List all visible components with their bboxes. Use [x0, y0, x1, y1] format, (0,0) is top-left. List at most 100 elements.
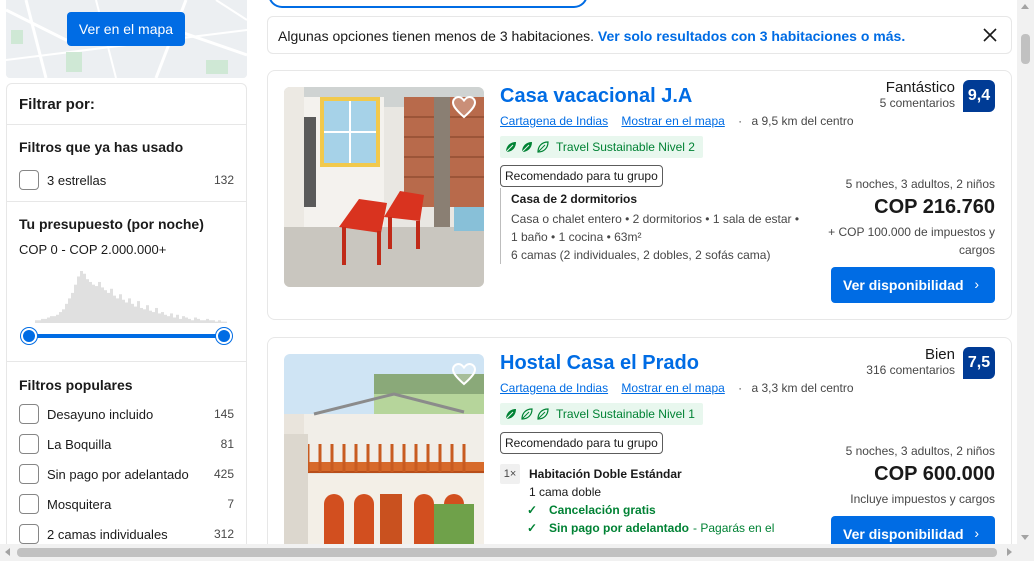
map-thumbnail[interactable]: Ver en el mapa: [6, 0, 247, 78]
filter-option[interactable]: Sin pago por adelantado 425: [19, 459, 234, 489]
filter-option[interactable]: Mosquitera 7: [19, 489, 234, 519]
filter-option[interactable]: 3 estrellas 132: [19, 165, 234, 195]
checkbox[interactable]: [19, 404, 39, 424]
histogram-bar: [146, 305, 149, 323]
see-availability-button[interactable]: Ver disponibilidad ›: [831, 267, 995, 303]
filter-count: 312: [213, 527, 234, 541]
filter-count: 7: [227, 497, 234, 511]
slider-min-handle[interactable]: [21, 328, 37, 344]
scrollbar-thumb[interactable]: [17, 548, 997, 557]
sustainability-badge[interactable]: Travel Sustainable Nivel 1: [500, 403, 703, 425]
review-count: 316 comentarios: [866, 363, 955, 377]
price-histogram: [35, 263, 227, 323]
city-link[interactable]: Cartagena de Indias: [500, 114, 608, 128]
show-on-map-link[interactable]: Mostrar en el mapa: [621, 114, 724, 128]
slider-max-handle[interactable]: [216, 328, 232, 344]
filter-count: 425: [213, 467, 234, 481]
leaf-icons: [504, 140, 552, 154]
filter-label: 3 estrellas: [47, 172, 107, 188]
recommended-badge: Recomendado para tu grupo: [500, 165, 663, 187]
histogram-bar: [110, 288, 113, 323]
property-name-link[interactable]: Casa vacacional J.A: [500, 85, 692, 108]
histogram-bar: [89, 281, 92, 323]
property-name-link[interactable]: Hostal Casa el Prado: [500, 352, 699, 375]
review-score[interactable]: Fantástico 5 comentarios 9,4: [880, 79, 995, 112]
histogram-bar: [68, 298, 71, 323]
leaf-icon: [521, 408, 533, 420]
scrollbar-thumb[interactable]: [1021, 34, 1030, 64]
histogram-bar: [107, 292, 110, 323]
histogram-bar: [149, 310, 152, 323]
checkbox[interactable]: [19, 494, 39, 514]
separator-dot: ·: [738, 381, 743, 395]
price-block: 5 noches, 3 adultos, 2 niños COP 216.760…: [825, 177, 995, 259]
scroll-left-arrow-icon[interactable]: [5, 548, 10, 556]
search-box-edge[interactable]: [268, 0, 588, 8]
sustainability-label: Travel Sustainable Nivel 2: [556, 140, 695, 154]
view-on-map-button[interactable]: Ver en el mapa: [67, 12, 185, 46]
recommended-badge: Recomendado para tu grupo: [500, 432, 663, 454]
scroll-right-arrow-icon[interactable]: [1007, 548, 1012, 556]
scroll-down-arrow-icon[interactable]: [1021, 535, 1029, 540]
search-results-page: Ver en el mapa Filtrar por: Filtros que …: [0, 0, 1034, 561]
unit-details: Casa de 2 dormitorios Casa o chalet ente…: [500, 188, 799, 264]
filter-label: Desayuno incluido: [47, 406, 154, 422]
leaf-icon: [537, 141, 549, 153]
room-bed-info: 1 cama doble: [529, 485, 602, 499]
show-on-map-link[interactable]: Mostrar en el mapa: [621, 381, 724, 395]
heart-icon[interactable]: [450, 93, 478, 121]
close-icon[interactable]: [981, 26, 999, 44]
score-badge: 7,5: [963, 347, 995, 379]
sustainability-badge[interactable]: Travel Sustainable Nivel 2: [500, 136, 703, 158]
rooms-filter-link[interactable]: Ver solo resultados con 3 habitaciones o…: [598, 28, 905, 44]
rating-word: Bien: [924, 346, 955, 363]
unit-desc-line: 6 camas (2 individuales, 2 dobles, 2 sof…: [511, 248, 771, 262]
histogram-bar: [113, 295, 116, 323]
budget-heading: Tu presupuesto (por noche): [19, 216, 204, 232]
histogram-bar: [125, 302, 128, 323]
filter-option[interactable]: La Boquilla 81: [19, 429, 234, 459]
horizontal-scrollbar[interactable]: [0, 544, 1034, 561]
histogram-bar: [161, 312, 164, 323]
checkmark-icon: ✓: [527, 521, 538, 535]
histogram-bar: [170, 313, 173, 323]
checkbox[interactable]: [19, 464, 39, 484]
leaf-icons: [504, 407, 552, 421]
review-score[interactable]: Bien 316 comentarios 7,5: [866, 346, 995, 379]
checkbox[interactable]: [19, 170, 39, 190]
no-prepayment-perk: ✓ Sin pago por adelantado - Pagarás en e…: [527, 519, 774, 537]
histogram-bar: [131, 303, 134, 323]
unit-title: Casa de 2 dormitorios: [511, 192, 638, 206]
vertical-scrollbar[interactable]: [1017, 0, 1034, 544]
checkbox[interactable]: [19, 434, 39, 454]
histogram-bar: [122, 299, 125, 323]
scroll-up-arrow-icon[interactable]: [1021, 4, 1029, 9]
budget-slider[interactable]: [19, 323, 234, 349]
histogram-bar: [140, 307, 143, 323]
histogram-bars: [35, 271, 227, 323]
histogram-bar: [83, 273, 86, 323]
histogram-bar: [74, 284, 77, 323]
popular-filters-section: Filtros populares Desayuno incluido 145 …: [7, 377, 246, 549]
filter-label: 2 camas individuales: [47, 526, 168, 542]
property-photo[interactable]: [284, 354, 484, 554]
distance-text: a 3,3 km del centro: [751, 381, 854, 395]
checkbox[interactable]: [19, 524, 39, 544]
price-amount: COP 600.000: [874, 463, 995, 485]
stay-details: 5 noches, 3 adultos, 2 niños: [845, 444, 995, 458]
unit-desc-line: 1 baño • 1 cocina • 63m²: [511, 230, 642, 244]
property-photo[interactable]: [284, 87, 484, 287]
slider-track: [29, 334, 224, 338]
histogram-bar: [95, 286, 98, 323]
histogram-bar: [71, 292, 74, 323]
property-card: Casa vacacional J.A Cartagena de Indias …: [267, 70, 1012, 320]
histogram-bar: [98, 281, 101, 323]
histogram-bar: [143, 309, 146, 323]
room-quantity: 1×: [500, 464, 520, 484]
filter-option[interactable]: Desayuno incluido 145: [19, 399, 234, 429]
perk-label: Cancelación gratis: [549, 503, 656, 517]
location-line: Cartagena de Indias Mostrar en el mapa ·…: [500, 114, 854, 128]
city-link[interactable]: Cartagena de Indias: [500, 381, 608, 395]
popular-filters-heading: Filtros populares: [19, 377, 133, 393]
heart-icon[interactable]: [450, 360, 478, 388]
